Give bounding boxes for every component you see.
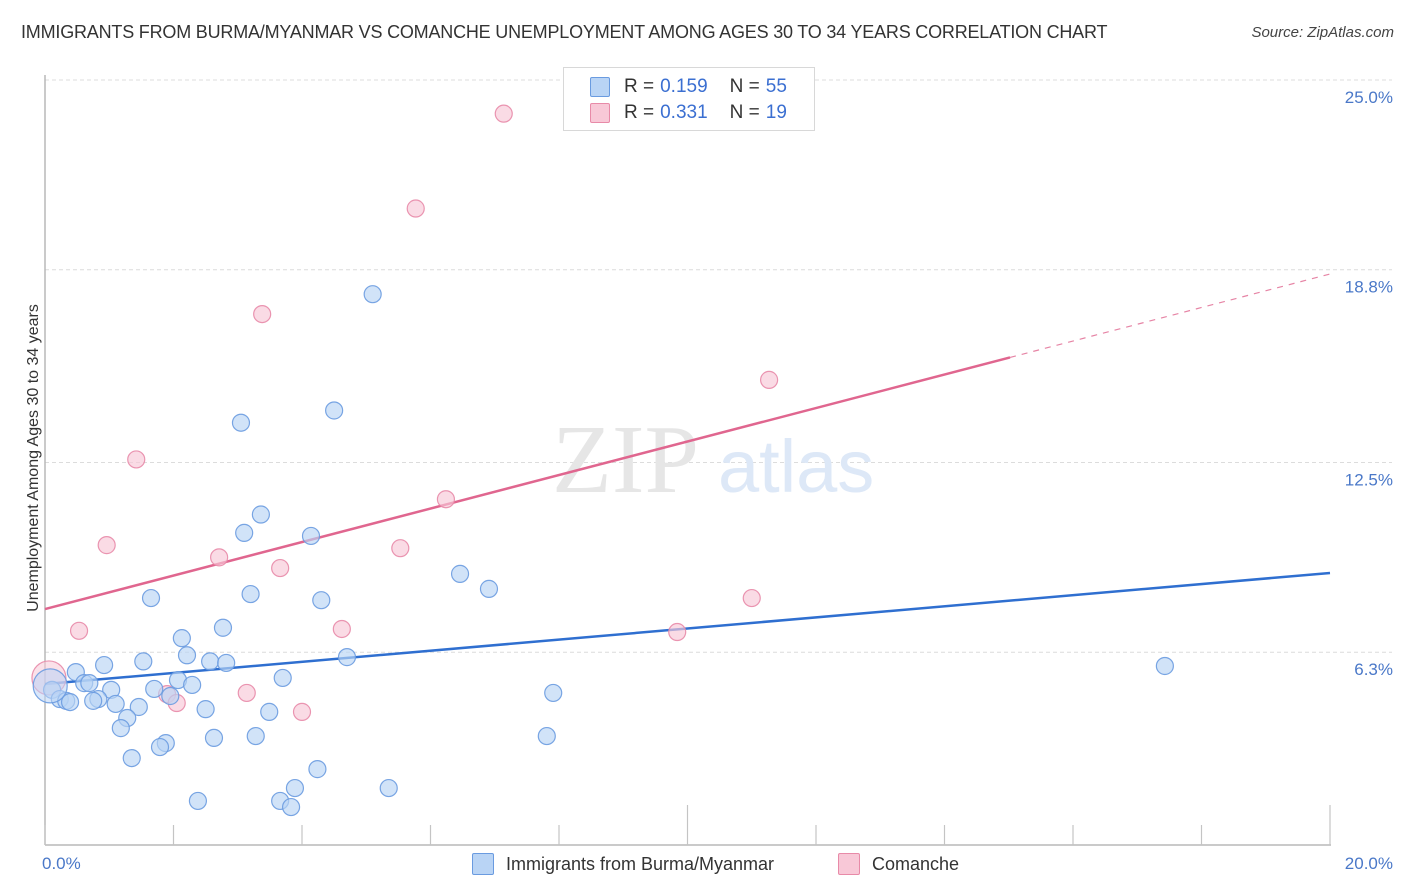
correlation-legend: R = 0.159 N = 55 R = 0.331 N = 19	[563, 67, 815, 131]
trend-line-0	[44, 571, 1331, 686]
legend-n-label: N =	[729, 76, 760, 97]
data-point-burma	[183, 675, 202, 695]
scatter-chart: ZIP atlas 6.3% 12.5% 18.8% 25.0% 0.0% 20.0% U…	[25, 75, 1393, 873]
data-point-burma	[363, 285, 382, 304]
legend-row-burma: R = 0.159 N = 55	[590, 75, 787, 99]
data-point-burma	[450, 564, 470, 583]
data-point-burma	[106, 694, 125, 714]
data-point-burma	[213, 618, 233, 637]
data-point-burma	[150, 737, 170, 757]
data-point-comanche	[271, 558, 290, 578]
data-point-burma	[196, 700, 215, 719]
legend-r-value: 0.159	[660, 76, 708, 97]
data-point-comanche	[127, 450, 146, 469]
data-point-comanche	[406, 199, 425, 218]
legend-row-comanche: R = 0.331 N = 19	[590, 101, 787, 125]
data-point-burma	[479, 579, 499, 598]
y-tick-label: 25.0%	[1345, 88, 1393, 107]
data-point-comanche	[391, 539, 410, 558]
data-point-burma	[111, 719, 130, 738]
watermark-atlas: atlas	[718, 425, 874, 508]
data-point-comanche	[69, 621, 89, 640]
data-point-burma	[241, 584, 260, 604]
data-point-burma	[285, 778, 305, 798]
data-point-burma	[80, 674, 99, 693]
data-point-burma	[1155, 656, 1174, 676]
bottom-legend-label-comanche: Comanche	[872, 853, 960, 874]
legend-swatch-comanche	[590, 103, 610, 123]
grid-lines	[45, 79, 1392, 653]
data-point-comanche	[436, 490, 456, 509]
data-point-comanche	[292, 702, 312, 721]
data-point-burma	[308, 760, 327, 779]
bottom-legend-comanche: Comanche	[838, 851, 959, 877]
data-point-burma	[84, 691, 103, 710]
data-point-burma	[122, 748, 141, 768]
legend-n-value: 55	[765, 76, 787, 97]
legend-r-value: 0.331	[660, 102, 708, 123]
data-point-burma	[544, 683, 563, 703]
x-tick-label: 20.0%	[1345, 854, 1393, 873]
data-point-burma	[201, 652, 220, 671]
data-point-burma	[301, 526, 321, 546]
data-point-burma	[141, 588, 161, 608]
trend-line-extension-1	[1009, 273, 1331, 359]
data-point-burma	[177, 646, 197, 665]
data-point-comanche	[494, 104, 513, 123]
y-axis-title: Unemployment Among Ages 30 to 34 years	[25, 304, 42, 612]
data-point-burma	[145, 679, 164, 699]
data-point-burma	[537, 726, 556, 746]
data-point-burma	[32, 668, 68, 704]
legend-swatch-burma	[590, 77, 610, 97]
bottom-legend-label-burma: Immigrants from Burma/Myanmar	[506, 853, 775, 874]
data-point-comanche	[210, 548, 229, 567]
data-point-comanche	[253, 304, 272, 324]
data-point-burma	[260, 702, 279, 721]
data-point-burma	[246, 726, 265, 746]
y-tick-label: 12.5%	[1345, 471, 1393, 490]
data-point-burma	[188, 791, 208, 811]
data-point-burma	[281, 797, 301, 817]
bottom-legend-swatch-burma	[472, 853, 494, 875]
data-point-burma	[161, 686, 180, 706]
data-point-burma	[204, 728, 224, 748]
bottom-legend-swatch-comanche	[838, 853, 860, 875]
data-point-burma	[325, 401, 344, 420]
data-point-comanche	[237, 683, 256, 703]
data-point-burma	[379, 778, 398, 798]
data-point-comanche	[759, 370, 779, 389]
legend-r-label: R =	[624, 102, 655, 123]
data-point-burma	[235, 523, 254, 542]
legend-n-value: 19	[765, 102, 787, 123]
data-point-burma	[95, 655, 114, 675]
data-point-comanche	[668, 622, 687, 642]
data-point-burma	[134, 652, 153, 671]
data-point-comanche	[97, 536, 116, 555]
watermark-zip: ZIP	[552, 406, 699, 514]
data-point-burma	[231, 413, 251, 432]
watermark: ZIP atlas	[552, 406, 874, 514]
x-tick-label: 0.0%	[42, 854, 81, 873]
y-tick-label: 18.8%	[1345, 278, 1393, 297]
data-point-burma	[312, 591, 331, 610]
data-point-comanche	[332, 619, 351, 639]
bottom-legend-burma: Immigrants from Burma/Myanmar	[472, 851, 774, 877]
legend-r-label: R =	[624, 76, 655, 97]
data-point-comanche	[742, 588, 761, 608]
legend-n-label: N =	[729, 102, 760, 123]
data-point-burma	[172, 629, 191, 648]
y-tick-label: 6.3%	[1354, 660, 1393, 679]
data-point-burma	[251, 505, 270, 524]
data-point-burma	[217, 653, 236, 673]
data-point-burma	[337, 648, 357, 667]
data-point-burma	[273, 668, 292, 688]
